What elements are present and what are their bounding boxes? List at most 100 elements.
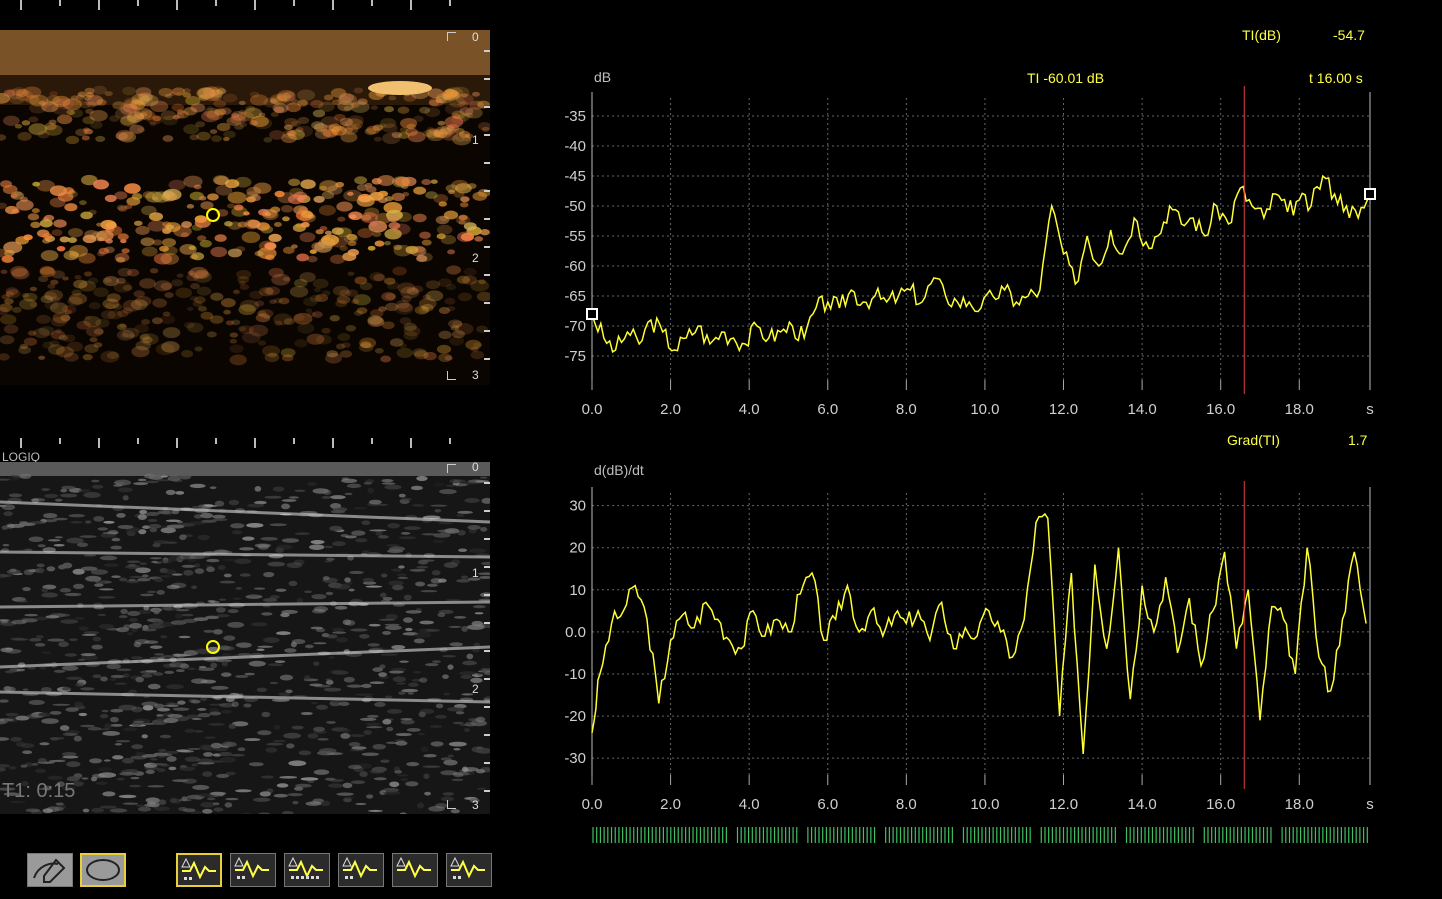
scale-tick bbox=[449, 0, 451, 6]
depth-bracket-top bbox=[447, 32, 456, 41]
timer-label: T1: 0:15 bbox=[2, 780, 76, 802]
y-tick-label: -20 bbox=[564, 708, 586, 725]
y-tick-label: 10 bbox=[569, 582, 586, 599]
layout-3-button[interactable] bbox=[284, 853, 330, 887]
layout-6-button[interactable] bbox=[446, 853, 492, 887]
x-tick-label: 16.0 bbox=[1206, 796, 1235, 813]
scale-tick bbox=[215, 438, 217, 444]
scale-tick bbox=[176, 438, 178, 448]
y-tick-label: -35 bbox=[564, 108, 586, 125]
ti-readout-name: TI(dB) bbox=[1242, 27, 1281, 43]
ti-time-curve-chart[interactable]: 0.0 2.0 4.0 6.0 8.0 10.0 12.0 14.0 16.0 18.0 s -35 -… bbox=[550, 80, 1390, 425]
layout-single-curve-icon bbox=[181, 857, 216, 880]
bmode-image-panel[interactable]: 0 1 2 3 T1: 0:15 bbox=[0, 462, 490, 814]
layout-5-button[interactable] bbox=[392, 853, 438, 887]
scale-tick bbox=[371, 0, 373, 6]
y-tick-label: 20 bbox=[569, 540, 586, 557]
y-tick-label: 30 bbox=[569, 498, 586, 515]
gradient-curve-chart[interactable]: 0.0 2.0 4.0 6.0 8.0 10.0 12.0 14.0 16.0 18.0 s 30 20… bbox=[550, 475, 1390, 820]
depth-label-0: 0 bbox=[472, 30, 479, 44]
depth-label-3: 3 bbox=[472, 368, 479, 382]
layout-wide-grid-curve-icon bbox=[288, 856, 323, 879]
frame-event-bar bbox=[592, 827, 1368, 843]
scale-tick bbox=[371, 438, 373, 444]
y-tick-label: -55 bbox=[564, 228, 586, 245]
y-tick-label: -70 bbox=[564, 318, 586, 335]
start-handle[interactable] bbox=[586, 308, 598, 320]
x-tick-label: 12.0 bbox=[1049, 401, 1078, 418]
roi-marker[interactable] bbox=[206, 640, 220, 654]
x-tick-label: 4.0 bbox=[739, 401, 760, 418]
grad-readout-value: 1.7 bbox=[1348, 432, 1368, 448]
y-tick-label: -65 bbox=[564, 288, 586, 305]
depth-label-1: 1 bbox=[472, 133, 479, 147]
end-handle[interactable] bbox=[1364, 188, 1376, 200]
x-tick-label: 2.0 bbox=[660, 796, 681, 813]
y-tick-label: -10 bbox=[564, 666, 586, 683]
y-tick-label: 0.0 bbox=[565, 624, 586, 641]
x-tick-label: 8.0 bbox=[896, 796, 917, 813]
x-tick-label: 14.0 bbox=[1127, 796, 1156, 813]
x-tick-label: 2.0 bbox=[660, 401, 681, 418]
x-tick-label: 16.0 bbox=[1206, 401, 1235, 418]
series-line bbox=[591, 512, 1367, 755]
y-tick-label: -50 bbox=[564, 198, 586, 215]
scale-tick bbox=[20, 0, 22, 10]
top-tick-strip bbox=[0, 0, 490, 12]
trace-roi-button[interactable] bbox=[27, 853, 73, 887]
depth-bracket-top bbox=[447, 464, 456, 473]
layout-2-button[interactable] bbox=[230, 853, 276, 887]
x-tick-label: 6.0 bbox=[817, 796, 838, 813]
scale-tick bbox=[59, 438, 61, 444]
scale-tick bbox=[254, 438, 256, 448]
y-tick-label: -75 bbox=[564, 348, 586, 365]
scale-tick bbox=[98, 0, 100, 10]
bmode-image bbox=[0, 462, 490, 814]
scale-tick bbox=[410, 0, 412, 10]
y-tick-label: -60 bbox=[564, 258, 586, 275]
depth-label-0: 0 bbox=[472, 462, 479, 474]
y-tick-label: -45 bbox=[564, 168, 586, 185]
x-tick-label: 10.0 bbox=[970, 401, 999, 418]
layout-dual-image-dual-curve-icon bbox=[450, 856, 485, 879]
scale-tick bbox=[254, 0, 256, 10]
x-unit-label: s bbox=[1366, 401, 1374, 418]
scale-tick bbox=[332, 0, 334, 10]
scale-tick bbox=[20, 438, 22, 448]
scale-tick bbox=[176, 0, 178, 10]
scale-tick bbox=[137, 438, 139, 444]
scale-tick bbox=[293, 438, 295, 444]
contrast-image-panel[interactable]: 0 1 2 3 bbox=[0, 30, 490, 385]
x-tick-label: 18.0 bbox=[1285, 401, 1314, 418]
x-tick-label: 0.0 bbox=[582, 401, 603, 418]
layout-4-button[interactable] bbox=[338, 853, 384, 887]
x-tick-label: 4.0 bbox=[739, 796, 760, 813]
contrast-image bbox=[0, 30, 490, 366]
layout-dual-image-curve-icon bbox=[342, 856, 377, 879]
depth-label-2: 2 bbox=[472, 682, 479, 696]
x-tick-label: 0.0 bbox=[582, 796, 603, 813]
ti-readout-value: -54.7 bbox=[1333, 27, 1365, 43]
grad-readout-name: Grad(TI) bbox=[1227, 432, 1280, 448]
scale-tick bbox=[332, 438, 334, 448]
scale-tick bbox=[98, 438, 100, 448]
scale-tick bbox=[410, 438, 412, 448]
depth-bracket-bottom bbox=[447, 800, 456, 809]
scale-tick bbox=[215, 0, 217, 6]
y-tick-label: -40 bbox=[564, 138, 586, 155]
x-tick-label: 18.0 bbox=[1285, 796, 1314, 813]
x-unit-label: s bbox=[1366, 796, 1374, 813]
x-tick-label: 8.0 bbox=[896, 401, 917, 418]
depth-label-1: 1 bbox=[472, 566, 479, 580]
ellipse-roi-button[interactable] bbox=[80, 853, 126, 887]
ellipse-icon bbox=[86, 859, 120, 881]
layout-1-button[interactable] bbox=[176, 853, 222, 887]
pencil-trace-icon bbox=[33, 858, 66, 883]
scale-tick bbox=[449, 438, 451, 444]
x-tick-label: 14.0 bbox=[1127, 401, 1156, 418]
roi-marker[interactable] bbox=[206, 208, 220, 222]
depth-label-3: 3 bbox=[472, 798, 479, 812]
scale-tick bbox=[59, 0, 61, 6]
layout-grid-curve-icon bbox=[234, 856, 269, 879]
x-tick-label: 6.0 bbox=[817, 401, 838, 418]
